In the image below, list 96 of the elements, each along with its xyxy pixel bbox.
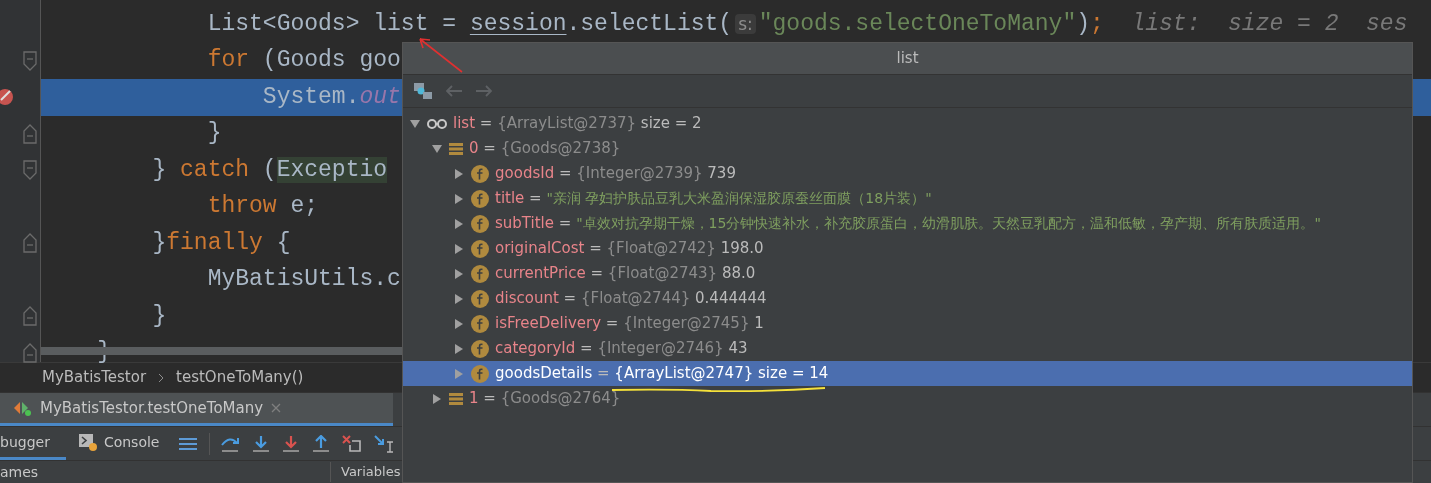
variable-entry: originalCost = {Float@2742} 198.0 [495, 238, 764, 260]
code-token: finally [166, 229, 263, 256]
fold-icon[interactable] [23, 342, 37, 363]
expanded-arrow-icon[interactable] [409, 117, 421, 130]
code-token: .selectList( [566, 10, 733, 37]
collapsed-arrow-icon[interactable] [453, 267, 465, 280]
debug-run-icon [12, 400, 32, 416]
code-token: } [206, 120, 222, 147]
code-token: out [359, 83, 401, 110]
breakpoint-icon[interactable] [0, 88, 14, 106]
code-token: ; [1090, 10, 1104, 37]
code-token: } [151, 156, 168, 183]
field-icon [471, 289, 489, 308]
fold-icon[interactable] [23, 123, 37, 144]
collapsed-arrow-icon[interactable] [453, 242, 465, 255]
tree-row[interactable]: list = {ArrayList@2737} size = 2 [403, 111, 1412, 136]
variable-entry: discount = {Float@2744} 0.444444 [495, 288, 767, 310]
variable-entry: goodsId = {Integer@2739} 739 [495, 163, 736, 185]
tree-view-icon[interactable] [413, 82, 433, 100]
tree-row[interactable]: isFreeDelivery = {Integer@2745} 1 [403, 311, 1412, 336]
tree-row[interactable]: 1 = {Goods@2764} [403, 386, 1412, 411]
fold-icon[interactable] [23, 233, 37, 253]
tree-row[interactable]: 0 = {Goods@2738} [403, 136, 1412, 161]
collapsed-arrow-icon[interactable] [453, 217, 465, 230]
code-token: list: size = 2 ses [1130, 10, 1408, 37]
collapsed-arrow-icon[interactable] [453, 292, 465, 305]
step-into-icon[interactable] [252, 434, 271, 453]
close-icon[interactable] [271, 403, 282, 413]
code-token: Exceptio [276, 156, 388, 183]
code-token: (Goods goo [261, 47, 401, 74]
field-icon [471, 314, 489, 333]
field-icon [471, 214, 489, 233]
variable-entry: subTitle = "卓效对抗孕期干燥，15分钟快速补水，补充胶原蛋白，幼滑肌肤。天然豆乳配方，温和低敏，孕产期、所有肤质适用。" [495, 213, 1321, 235]
code-token: session [469, 10, 567, 37]
field-icon [471, 164, 489, 183]
tree-row[interactable]: goodsId = {Integer@2739} 739 [403, 161, 1412, 186]
breadcrumb-item[interactable]: testOneToMany() [176, 366, 304, 389]
force-step-into-icon[interactable] [282, 434, 301, 453]
debugger-tab[interactable]: Console [65, 427, 172, 460]
variable-entry: isFreeDelivery = {Integer@2745} 1 [495, 313, 764, 335]
code-token: MyBatisUtils.c [206, 266, 401, 293]
tree-row[interactable]: subTitle = "卓效对抗孕期干燥，15分钟快速补水，补充胶原蛋白，幼滑肌肤。天然豆乳配方，温和低敏，孕产期、所有肤质适用。" [403, 211, 1412, 236]
field-icon [471, 189, 489, 208]
code-token: for [206, 47, 250, 74]
fold-icon[interactable] [23, 50, 37, 71]
chevron-icon [158, 372, 165, 383]
code-token: ) [1076, 10, 1090, 37]
array-element-icon [449, 141, 463, 156]
menu-icon[interactable] [179, 436, 198, 451]
code-token: } [151, 229, 167, 256]
tree-row[interactable]: currentPrice = {Float@2743} 88.0 [403, 261, 1412, 286]
variable-entry: list = {ArrayList@2737} size = 2 [453, 113, 702, 135]
tree-row[interactable]: goodsDetails = {ArrayList@2747} size = 14 [403, 361, 1412, 386]
tree-row[interactable]: discount = {Float@2744} 0.444444 [403, 286, 1412, 311]
tree-row[interactable]: title = "亲润 孕妇护肤品豆乳大米盈润保湿胶原蚕丝面膜（18片装）" [403, 186, 1412, 211]
field-icon [471, 339, 489, 358]
collapsed-arrow-icon[interactable] [431, 392, 443, 405]
code-token: s: [735, 13, 756, 34]
code-token: catch [180, 156, 250, 183]
variable-entry: currentPrice = {Float@2743} 88.0 [495, 263, 756, 285]
collapsed-arrow-icon[interactable] [453, 167, 465, 180]
frames-header: ames [0, 462, 40, 482]
field-icon [471, 239, 489, 258]
popup-title: list [896, 48, 919, 70]
variable-entry: goodsDetails = {ArrayList@2747} size = 14 [495, 363, 829, 385]
code-token: e; [289, 193, 319, 220]
variable-entry: title = "亲润 孕妇护肤品豆乳大米盈润保湿胶原蚕丝面膜（18片装）" [495, 188, 932, 210]
fold-icon[interactable] [23, 306, 37, 326]
fold-icon[interactable] [23, 160, 37, 180]
run-tab[interactable]: MyBatisTestor.testOneToMany [0, 393, 394, 426]
variable-entry: 1 = {Goods@2764} [469, 388, 621, 410]
glasses-icon [427, 117, 447, 130]
tree-row[interactable]: categoryId = {Integer@2746} 43 [403, 336, 1412, 361]
variables-header: Variables [330, 462, 401, 482]
array-element-icon [449, 391, 463, 406]
drop-frame-icon[interactable] [342, 434, 363, 453]
breadcrumb-item[interactable]: MyBatisTestor [42, 366, 147, 389]
collapsed-arrow-icon[interactable] [453, 192, 465, 205]
step-out-icon[interactable] [312, 434, 331, 453]
code-token: } [151, 302, 167, 329]
variable-entry: 0 = {Goods@2738} [469, 138, 621, 160]
collapsed-arrow-icon[interactable] [453, 342, 465, 355]
variable-entry: categoryId = {Integer@2746} 43 [495, 338, 748, 360]
code-token: { [275, 229, 291, 256]
code-token: ( [261, 156, 277, 183]
expanded-arrow-icon[interactable] [431, 142, 443, 155]
run-to-cursor-icon[interactable] [374, 434, 395, 453]
collapsed-arrow-icon[interactable] [453, 367, 465, 380]
field-icon [471, 364, 489, 383]
field-icon [471, 264, 489, 283]
code-token: "goods.selectOneToMany" [758, 10, 1077, 37]
code-token: System. [261, 83, 360, 110]
code-token: List<Goods> list = [206, 10, 458, 37]
collapsed-arrow-icon[interactable] [453, 317, 465, 330]
tree-row[interactable]: originalCost = {Float@2742} 198.0 [403, 236, 1412, 261]
code-token: throw [206, 193, 277, 220]
